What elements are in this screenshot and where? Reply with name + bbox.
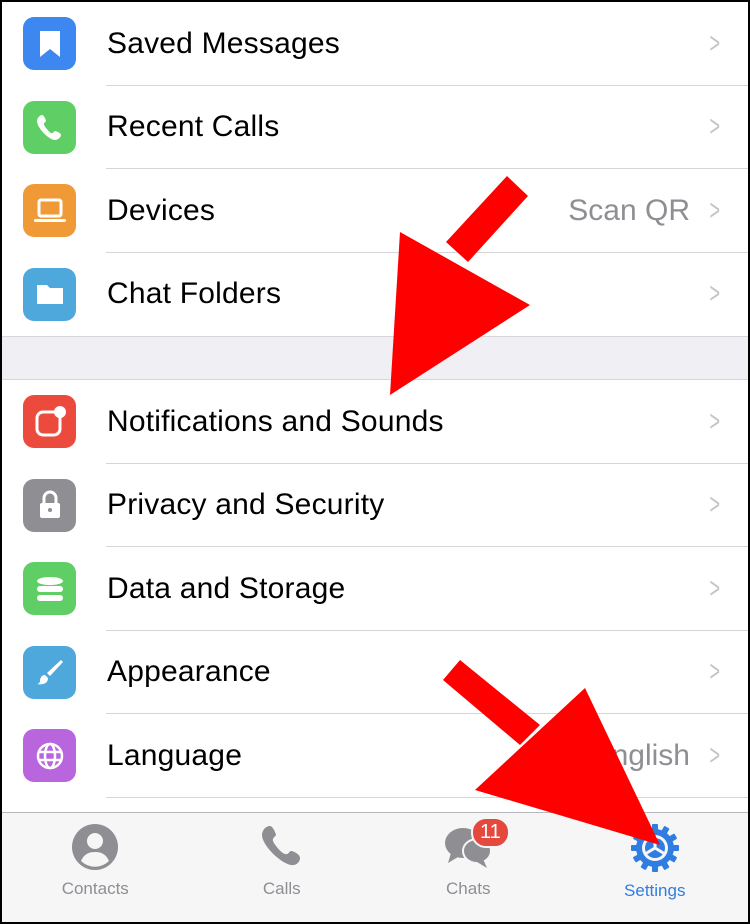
section-separator [2, 336, 748, 380]
gear-icon [630, 824, 679, 872]
chevron-right-icon: > [709, 738, 721, 772]
chevron-right-icon: > [709, 488, 721, 522]
row-data-storage[interactable]: Data and Storage > [2, 547, 748, 631]
row-label: Recent Calls [107, 110, 280, 144]
tab-chats[interactable]: 11 Chats [375, 813, 562, 922]
brush-icon [23, 645, 76, 699]
settings-screen: Saved Messages > Recent Calls > Devices … [2, 2, 748, 922]
unread-badge: 11 [471, 817, 510, 848]
database-icon [23, 562, 76, 616]
tab-label: Calls [262, 879, 301, 898]
tab-label: Chats [446, 879, 491, 898]
row-notifications[interactable]: Notifications and Sounds > [2, 380, 748, 464]
phone-icon [23, 100, 76, 154]
row-label: Chat Folders [107, 277, 282, 311]
tab-label: Settings [624, 881, 686, 900]
row-language[interactable]: Language English > [2, 714, 748, 798]
row-saved-messages[interactable]: Saved Messages > [2, 2, 748, 86]
lock-icon [23, 478, 76, 532]
row-label: Data and Storage [107, 571, 346, 605]
chevron-right-icon: > [709, 26, 721, 60]
row-label: Notifications and Sounds [107, 404, 444, 438]
row-label: Privacy and Security [107, 488, 385, 522]
folder-icon [23, 267, 76, 321]
scan-qr-value[interactable]: Scan QR [568, 194, 690, 228]
notification-icon [23, 395, 76, 449]
tab-contacts[interactable]: Contacts [2, 813, 189, 922]
chevron-right-icon: > [709, 110, 721, 144]
language-value: English [591, 738, 690, 772]
tab-settings[interactable]: Settings [562, 813, 749, 922]
row-label: Appearance [107, 655, 271, 689]
row-recent-calls[interactable]: Recent Calls > [2, 86, 748, 170]
bookmark-icon [23, 17, 76, 71]
phone-icon [261, 826, 300, 866]
row-label: Devices [107, 193, 216, 227]
settings-group-1: Saved Messages > Recent Calls > Devices … [2, 2, 748, 336]
chevron-right-icon: > [709, 655, 721, 689]
tab-calls[interactable]: Calls [189, 813, 376, 922]
globe-icon [23, 729, 76, 783]
row-label: Language [107, 738, 243, 772]
row-privacy[interactable]: Privacy and Security > [2, 464, 748, 548]
laptop-icon [23, 184, 76, 238]
chevron-right-icon: > [709, 193, 721, 227]
tab-label: Contacts [61, 879, 129, 898]
chevron-right-icon: > [709, 404, 721, 438]
row-appearance[interactable]: Appearance > [2, 631, 748, 715]
person-icon [72, 824, 119, 870]
row-devices[interactable]: Devices Scan QR > [2, 169, 748, 253]
chevron-right-icon: > [709, 571, 721, 605]
chevron-right-icon: > [709, 277, 721, 311]
row-chat-folders[interactable]: Chat Folders > [2, 253, 748, 337]
settings-group-2: Notifications and Sounds > Privacy and S… [2, 380, 748, 865]
row-label: Saved Messages [107, 26, 340, 60]
tab-bar: Contacts Calls 11 Chats Settings [2, 812, 748, 922]
